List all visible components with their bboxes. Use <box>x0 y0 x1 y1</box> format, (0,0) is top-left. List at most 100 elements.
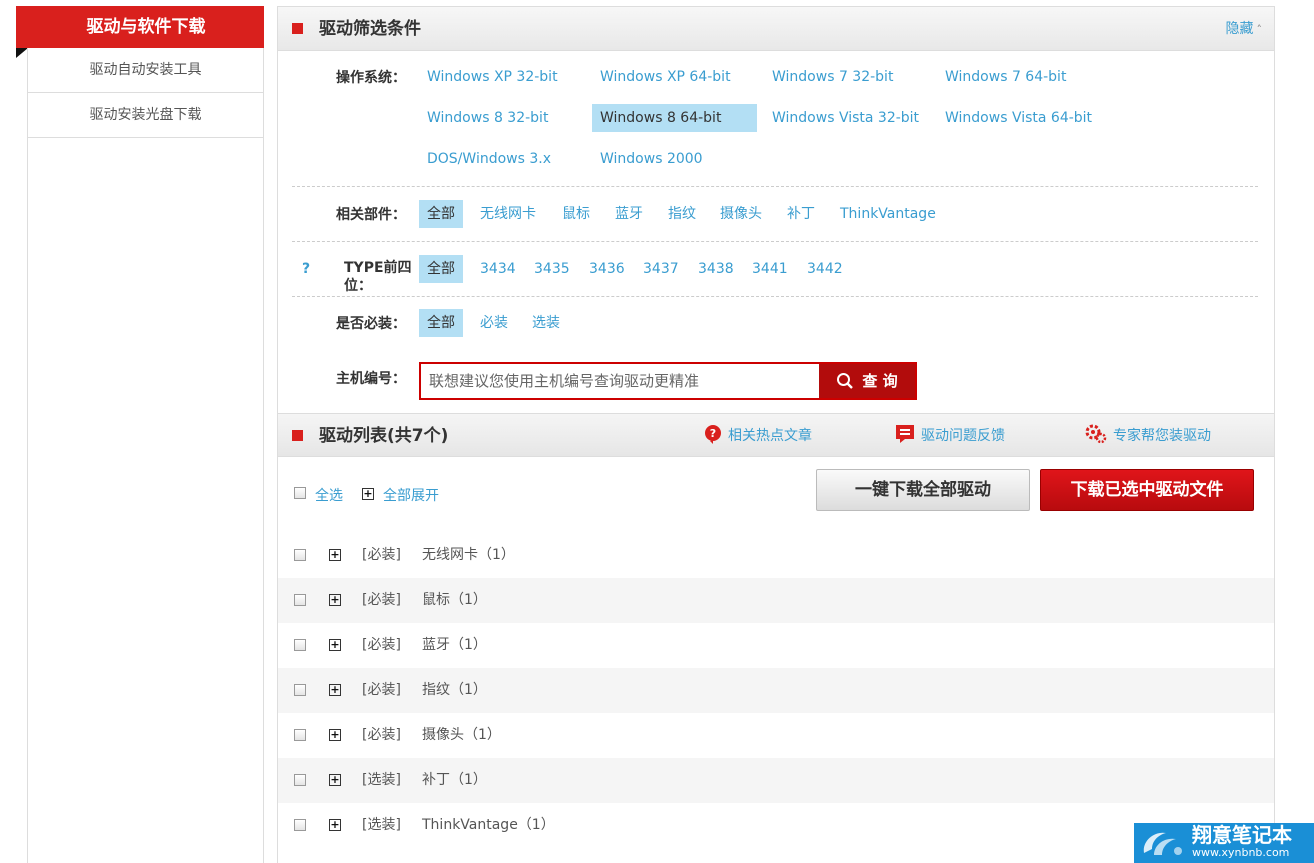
expand-icon[interactable]: + <box>329 819 341 831</box>
hide-filter-link[interactable]: 隐藏 ˄ <box>1226 7 1263 52</box>
driver-list-title: 驱动列表(共7个) <box>319 426 449 446</box>
divider <box>292 241 1258 242</box>
os-option[interactable]: Windows 7 32-bit <box>764 63 901 91</box>
query-button[interactable]: 查 询 <box>819 364 915 398</box>
type-option-selected[interactable]: 全部 <box>419 255 463 283</box>
expand-all-label[interactable]: 全部展开 <box>383 485 439 505</box>
row-checkbox[interactable] <box>294 774 306 786</box>
row-tag: [必装] <box>362 682 401 698</box>
component-option[interactable]: 指纹 <box>660 200 704 228</box>
os-option[interactable]: Windows XP 32-bit <box>419 63 566 91</box>
expert-install-label: 专家帮您装驱动 <box>1113 428 1211 444</box>
os-option[interactable]: Windows Vista 64-bit <box>937 104 1100 132</box>
os-option[interactable]: Windows 2000 <box>592 145 711 173</box>
search-icon <box>837 373 854 389</box>
expand-icon[interactable]: + <box>329 774 341 786</box>
query-button-label: 查 询 <box>862 372 898 390</box>
component-option[interactable]: 补丁 <box>779 200 823 228</box>
select-all-label[interactable]: 全选 <box>315 485 343 505</box>
sidebar-menu: 驱动自动安装工具 驱动安装光盘下载 <box>27 48 264 863</box>
machine-label: 主机编号： <box>336 371 406 387</box>
row-tag: [必装] <box>362 727 401 743</box>
driver-feedback-link[interactable]: 驱动问题反馈 <box>895 414 1005 458</box>
expert-install-link[interactable]: 专家帮您装驱动 <box>1085 414 1211 458</box>
row-name[interactable]: ThinkVantage（1） <box>422 803 555 848</box>
download-all-button[interactable]: 一键下载全部驱动 <box>816 469 1030 511</box>
os-option[interactable]: Windows 7 64-bit <box>937 63 1074 91</box>
site-watermark: 翔意笔记本 www.xynbnb.com <box>1134 823 1314 863</box>
required-label: 是否必装： <box>336 316 406 332</box>
row-tag: [选装] <box>362 772 401 788</box>
divider <box>292 186 1258 187</box>
filter-header: 驱动筛选条件 隐藏 ˄ <box>278 7 1274 51</box>
table-row: + [必装] 蓝牙（1） <box>278 623 1274 668</box>
download-selected-button[interactable]: 下载已选中驱动文件 <box>1040 469 1254 511</box>
machine-number-input[interactable] <box>421 364 819 398</box>
driver-list-header: 驱动列表(共7个) ? 相关热点文章 驱动问题反馈 专家帮您装驱动 <box>278 413 1274 457</box>
os-option[interactable]: Windows XP 64-bit <box>592 63 739 91</box>
watermark-name: 翔意笔记本 <box>1192 823 1292 847</box>
hide-label: 隐藏 <box>1225 21 1254 37</box>
expand-icon[interactable]: + <box>329 594 341 606</box>
row-name[interactable]: 蓝牙（1） <box>422 623 487 668</box>
row-tag: [选装] <box>362 817 401 833</box>
hot-articles-label: 相关热点文章 <box>728 428 812 444</box>
table-row: + [必装] 无线网卡（1） <box>278 533 1274 578</box>
type-option[interactable]: 3437 <box>635 255 687 283</box>
machine-search-box: 查 询 <box>419 362 917 400</box>
component-option[interactable]: 鼠标 <box>554 200 598 228</box>
os-option[interactable]: Windows 8 32-bit <box>419 104 556 132</box>
divider <box>292 296 1258 297</box>
row-name[interactable]: 鼠标（1） <box>422 578 487 623</box>
row-checkbox[interactable] <box>294 639 306 651</box>
type-option[interactable]: 3441 <box>744 255 796 283</box>
sidebar-item-auto-install-tool[interactable]: 驱动自动安装工具 <box>28 48 263 93</box>
expand-icon[interactable]: + <box>329 639 341 651</box>
sidebar-title[interactable]: 驱动与软件下载 <box>16 6 264 48</box>
select-all-checkbox[interactable] <box>294 487 306 499</box>
component-option[interactable]: 无线网卡 <box>472 200 544 228</box>
main-panel: 驱动筛选条件 隐藏 ˄ 操作系统： Windows XP 32-bit Windo… <box>277 6 1275 863</box>
expand-icon[interactable]: + <box>329 549 341 561</box>
driver-toolbar: 全选 + 全部展开 一键下载全部驱动 下载已选中驱动文件 <box>278 467 1274 527</box>
component-label: 相关部件： <box>336 207 406 223</box>
row-name[interactable]: 指纹（1） <box>422 668 487 713</box>
expand-all-icon[interactable]: + <box>362 488 374 500</box>
question-icon: ? <box>705 425 721 444</box>
os-option-selected[interactable]: Windows 8 64-bit <box>592 104 757 132</box>
expand-icon[interactable]: + <box>329 729 341 741</box>
hot-articles-link[interactable]: ? 相关热点文章 <box>704 414 812 458</box>
sidebar-item-install-disc-download[interactable]: 驱动安装光盘下载 <box>28 93 263 138</box>
component-option[interactable]: 摄像头 <box>712 200 770 228</box>
component-option[interactable]: 蓝牙 <box>607 200 651 228</box>
table-row: + [选装] 补丁（1） <box>278 758 1274 803</box>
type-option[interactable]: 3435 <box>526 255 578 283</box>
row-checkbox[interactable] <box>294 594 306 606</box>
svg-text:?: ? <box>710 427 716 440</box>
row-name[interactable]: 补丁（1） <box>422 758 487 803</box>
row-tag: [必装] <box>362 592 401 608</box>
row-checkbox[interactable] <box>294 549 306 561</box>
os-option[interactable]: Windows Vista 32-bit <box>764 104 927 132</box>
component-option[interactable]: ThinkVantage <box>832 200 944 228</box>
required-option-selected[interactable]: 全部 <box>419 309 463 337</box>
watermark-logo-icon <box>1143 832 1182 855</box>
row-name[interactable]: 无线网卡（1） <box>422 533 515 578</box>
component-option-selected[interactable]: 全部 <box>419 200 463 228</box>
section-marker-icon <box>292 430 303 441</box>
help-icon[interactable]: ? <box>302 261 310 277</box>
expand-icon[interactable]: + <box>329 684 341 696</box>
row-checkbox[interactable] <box>294 684 306 696</box>
os-option[interactable]: DOS/Windows 3.x <box>419 145 559 173</box>
type-option[interactable]: 3438 <box>690 255 742 283</box>
type-option[interactable]: 3436 <box>581 255 633 283</box>
feedback-icon <box>896 425 914 443</box>
driver-feedback-label: 驱动问题反馈 <box>921 428 1005 444</box>
row-name[interactable]: 摄像头（1） <box>422 713 501 758</box>
row-checkbox[interactable] <box>294 729 306 741</box>
type-option[interactable]: 3442 <box>799 255 851 283</box>
type-option[interactable]: 3434 <box>472 255 524 283</box>
required-option[interactable]: 选装 <box>524 309 568 337</box>
required-option[interactable]: 必装 <box>472 309 516 337</box>
row-checkbox[interactable] <box>294 819 306 831</box>
